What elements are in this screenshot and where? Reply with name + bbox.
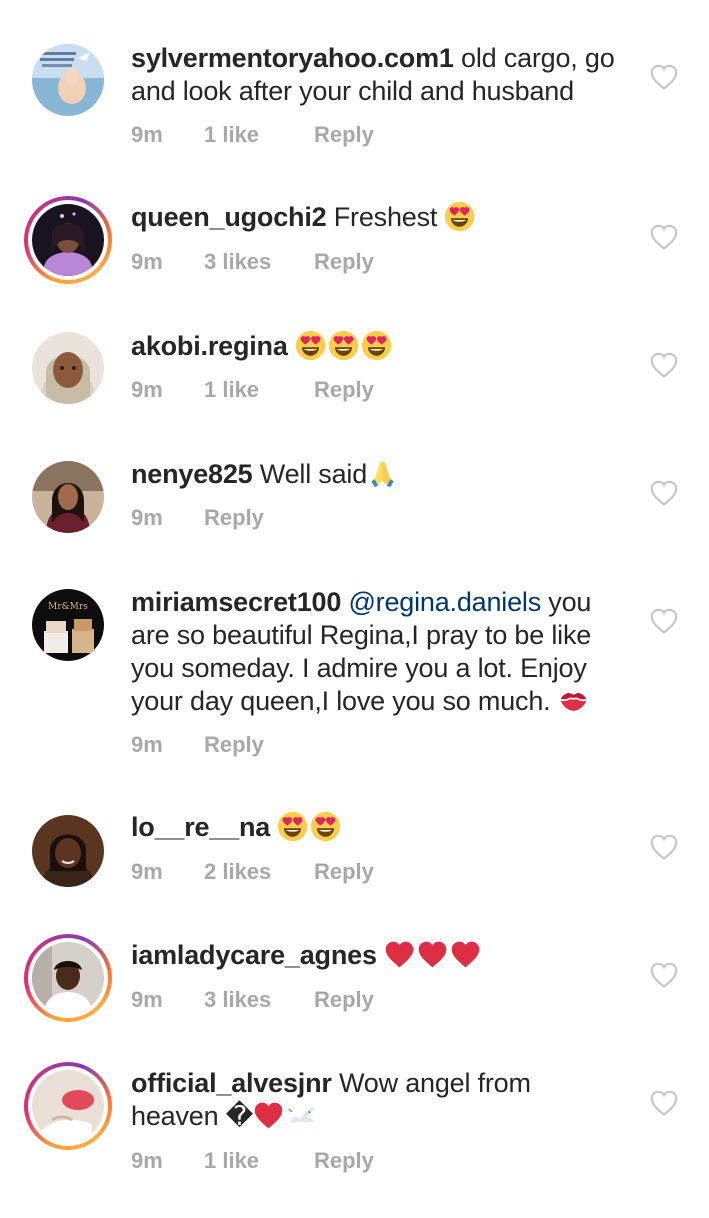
avatar-image	[32, 332, 104, 404]
comment-body: iamladycare_agnes	[131, 939, 631, 972]
comment-body: lo__re__na	[131, 811, 631, 844]
mention-link[interactable]: @regina.daniels	[348, 587, 541, 617]
comment-meta: 9m 3 likes Reply	[131, 249, 374, 275]
username[interactable]: miriamsecret100	[131, 587, 341, 617]
timestamp: 9m	[131, 859, 163, 884]
heart-outline-icon[interactable]	[650, 64, 678, 90]
heart-outline-icon[interactable]	[650, 480, 678, 506]
comment-text: old cargo, go	[453, 43, 615, 73]
likes-count[interactable]: 1 like	[204, 122, 314, 148]
timestamp: 9m	[131, 1148, 163, 1173]
timestamp: 9m	[131, 377, 163, 402]
likes-count[interactable]: 2 likes	[204, 859, 314, 885]
svg-text:Mr&Mrs: Mr&Mrs	[48, 602, 88, 612]
username[interactable]: official_alvesjnr	[131, 1068, 332, 1098]
reply-button[interactable]: Reply	[314, 377, 374, 403]
red-heart-emoji	[384, 939, 415, 970]
avatar[interactable]: Mr&Mrs	[32, 589, 104, 661]
likes-count[interactable]: 3 likes	[204, 987, 314, 1013]
red-heart-emoji	[417, 939, 448, 970]
comment-body: nenye825 Well said	[131, 458, 631, 491]
comment-text: your day queen,I love you so much.	[131, 686, 558, 716]
comment-text: and look after your child and husband	[131, 76, 574, 106]
kiss-mark-emoji	[558, 685, 589, 716]
avatar-image	[32, 461, 104, 533]
comment-text: heaven �	[131, 1101, 254, 1131]
avatar-image: Mr&Mrs	[32, 589, 104, 661]
avatar[interactable]	[32, 461, 104, 533]
folded-hands-emoji	[367, 458, 398, 489]
heart-outline-icon[interactable]	[650, 224, 678, 250]
avatar[interactable]	[32, 815, 104, 887]
comment-body: sylvermentoryahoo.com1 old cargo, go and…	[131, 42, 631, 108]
timestamp: 9m	[131, 249, 163, 274]
reply-button[interactable]: Reply	[314, 122, 374, 148]
likes-count[interactable]: 3 likes	[204, 249, 314, 275]
timestamp: 9m	[131, 122, 163, 147]
heart-outline-icon[interactable]	[650, 834, 678, 860]
heart-outline-icon[interactable]	[650, 352, 678, 378]
red-heart-emoji	[253, 1100, 284, 1131]
comment-text: Well said	[252, 459, 368, 489]
heart-eyes-emoji	[328, 330, 359, 361]
comment-meta: 9m 3 likes Reply	[131, 987, 374, 1013]
comment-body: miriamsecret100 @regina.daniels you are …	[131, 586, 631, 718]
comment-text: Freshest	[326, 202, 445, 232]
comment-text: are so beautiful Regina,I pray to be lik…	[131, 620, 592, 650]
reply-button[interactable]: Reply	[314, 859, 374, 885]
avatar[interactable]	[32, 332, 104, 404]
heart-outline-icon[interactable]	[650, 1090, 678, 1116]
comment-text: Wow angel from	[331, 1068, 531, 1098]
likes-count[interactable]: 1 like	[204, 1148, 314, 1174]
heart-eyes-emoji	[295, 330, 326, 361]
avatar-image	[32, 942, 104, 1014]
timestamp: 9m	[131, 987, 163, 1012]
dove-emoji	[286, 1100, 317, 1131]
reply-button[interactable]: Reply	[314, 1148, 374, 1174]
reply-button[interactable]: Reply	[314, 987, 374, 1013]
reply-button[interactable]: Reply	[314, 249, 374, 275]
avatar[interactable]	[24, 196, 112, 284]
red-heart-emoji	[450, 939, 481, 970]
timestamp: 9m	[131, 732, 163, 757]
username[interactable]: lo__re__na	[131, 812, 270, 842]
avatar-image	[32, 204, 104, 276]
avatar[interactable]	[32, 44, 104, 116]
likes-count[interactable]: 1 like	[204, 377, 314, 403]
reply-button[interactable]: Reply	[204, 505, 264, 531]
username[interactable]: sylvermentoryahoo.com1	[131, 43, 454, 73]
comment-body: queen_ugochi2 Freshest	[131, 201, 631, 234]
heart-eyes-emoji	[277, 811, 308, 842]
comment-meta: 9m 1 like Reply	[131, 377, 374, 403]
heart-eyes-emoji	[310, 811, 341, 842]
comment-meta: 9m 1 like Reply	[131, 122, 374, 148]
reply-button[interactable]: Reply	[204, 732, 264, 758]
username[interactable]: queen_ugochi2	[131, 202, 327, 232]
avatar-image	[32, 44, 104, 116]
comment-meta: 9m 1 like Reply	[131, 1148, 374, 1174]
comment-text	[377, 940, 384, 970]
comment-meta: 9m Reply	[131, 732, 264, 758]
username[interactable]: nenye825	[131, 459, 253, 489]
comment-body: akobi.regina	[131, 330, 631, 363]
comment-body: official_alvesjnr Wow angel from heaven …	[131, 1067, 631, 1133]
heart-outline-icon[interactable]	[650, 608, 678, 634]
timestamp: 9m	[131, 505, 163, 530]
comment-meta: 9m Reply	[131, 505, 264, 531]
comment-text	[270, 812, 277, 842]
comment-text: you	[541, 587, 592, 617]
avatar-image	[32, 815, 104, 887]
avatar[interactable]	[24, 1062, 112, 1150]
username[interactable]: iamladycare_agnes	[131, 940, 377, 970]
comment-text: you someday. I admire you a lot. Enjoy	[131, 653, 587, 683]
username[interactable]: akobi.regina	[131, 331, 288, 361]
avatar-image	[32, 1070, 104, 1142]
comment-meta: 9m 2 likes Reply	[131, 859, 374, 885]
heart-eyes-emoji	[361, 330, 392, 361]
heart-outline-icon[interactable]	[650, 962, 678, 988]
avatar[interactable]	[24, 934, 112, 1022]
heart-eyes-emoji	[444, 201, 475, 232]
comment-text	[288, 331, 295, 361]
